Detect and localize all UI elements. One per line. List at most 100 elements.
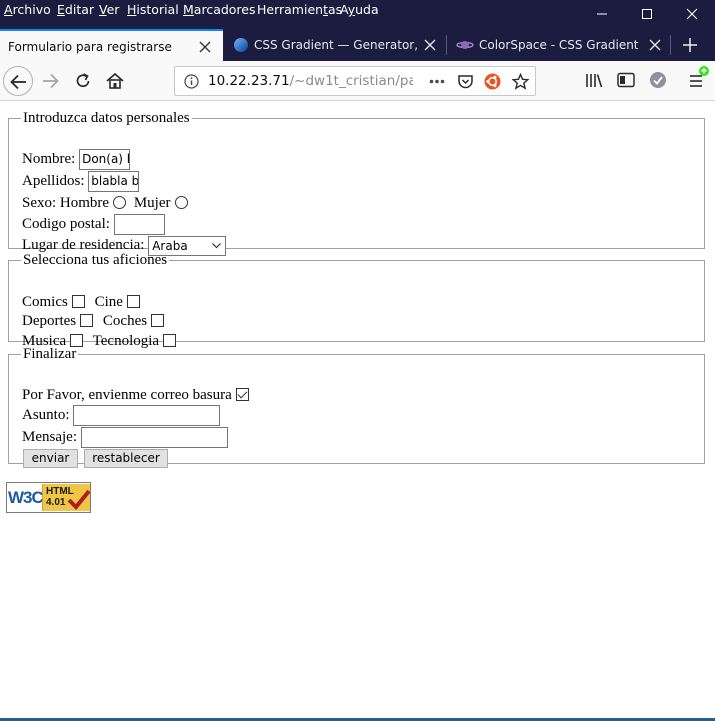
radio-hombre[interactable] [113,195,127,209]
back-arrow-icon [10,74,26,90]
fieldset-aficiones: Selecciona tus aficiones Comics Cine Dep… [8,252,705,349]
checkmark-icon [67,489,90,510]
row-nombre: Nombre: Don(a) l [22,149,131,171]
label-spam: Por Favor, envienme correo basura [22,387,232,403]
tab-close-icon[interactable] [648,38,662,52]
ubuntu-extension-icon[interactable] [484,73,501,90]
codigo-postal-input[interactable] [113,214,165,236]
url-text[interactable]: 10.22.23.71/~dw1t_cristian/pa [208,73,413,89]
row-spam: Por Favor, envienme correo basura [22,385,255,405]
info-icon[interactable] [184,74,199,89]
tab-title: CSS Gradient — Generator, Maker [254,38,420,52]
radio-mujer[interactable] [174,195,188,209]
plus-icon [683,38,697,52]
sidebar-icon[interactable] [617,72,635,88]
bookmark-star-icon[interactable] [512,73,529,90]
label-mujer: Mujer [133,195,171,211]
menu-editar[interactable]: Editar [57,2,94,17]
close-window-button[interactable] [669,0,715,29]
checkbox-cine[interactable] [126,294,140,308]
asunto-input[interactable] [73,405,221,427]
label-apellidos: Apellidos: [22,173,85,189]
label-comics: Comics [22,294,68,310]
tab-formulario[interactable]: Formulario para registrarse [0,29,223,61]
tab-colorspace[interactable]: ColorSpace - CSS Gradient Color [447,29,669,61]
menu-archivo[interactable]: Archivo [4,2,51,17]
tab-title: Formulario para registrarse [8,40,172,54]
maximize-icon [642,9,652,19]
menu-historial[interactable]: Historial [127,2,179,17]
maximize-button[interactable] [624,0,670,29]
reset-button[interactable]: restablecer [84,449,168,468]
label-hombre: Hombre [59,195,110,211]
fieldset-personal-data: Introduzca datos personales Nombre: Don(… [8,110,705,256]
forward-button[interactable] [35,66,65,96]
checkbox-coches[interactable] [151,313,165,327]
label-asunto: Asunto: [22,407,70,423]
row-asunto: Asunto: [22,405,221,427]
tab-close-icon[interactable] [198,40,212,54]
close-icon [686,8,698,20]
legend-aficiones: Selecciona tus aficiones [23,252,168,268]
checkbox-comics[interactable] [71,294,85,308]
label-mensaje: Mensaje: [22,429,77,445]
legend-finalizar: Finalizar [23,346,77,362]
label-residencia: Lugar de residencia: [22,237,145,253]
legend-personal-data: Introduzca datos personales [23,110,190,126]
tab-close-icon[interactable] [423,38,437,52]
home-button[interactable] [100,66,130,96]
mensaje-input[interactable] [80,427,228,449]
page-actions-icon[interactable] [429,79,445,84]
forward-arrow-icon [43,73,59,89]
w3c-html401-badge[interactable]: W3C HTML 4.01 [6,482,91,513]
url-bar[interactable]: 10.22.23.71/~dw1t_cristian/pa [174,66,536,96]
fieldset-finalizar: Finalizar Por Favor, envienme correo bas… [8,346,705,468]
menu-ayuda[interactable]: Ayuda [340,2,379,17]
minimize-button[interactable] [579,0,625,29]
row-sexo: Sexo: Hombre Mujer [22,193,192,213]
tab-css-gradient[interactable]: CSS Gradient — Generator, Maker [224,29,446,61]
pocket-icon[interactable] [457,73,474,90]
url-path: /~dw1t_cristian/pa [289,73,413,89]
checkbox-tecnologia[interactable] [163,333,177,347]
reload-button[interactable] [68,66,98,96]
home-icon [106,72,124,89]
menu-herramientas[interactable]: Herramientas [257,2,342,17]
checkbox-spam[interactable] [235,387,249,401]
back-button[interactable] [3,66,33,96]
library-icon[interactable] [585,72,603,89]
checkbox-deportes[interactable] [80,313,94,327]
row-aficiones-2: Deportes Coches [22,311,170,331]
checkbox-musica[interactable] [70,333,84,347]
page-content: Introduzca datos personales Nombre: Don(… [0,101,715,721]
row-codigo-postal: Codigo postal: [22,214,165,236]
submit-button[interactable]: enviar [23,449,78,468]
label-codigo-postal: Codigo postal: [22,216,110,232]
label-cine: Cine [94,294,123,310]
menu-update-icon[interactable] [687,65,711,91]
navigation-toolbar: 10.22.23.71/~dw1t_cristian/pa [0,61,715,101]
menu-marcadores[interactable]: Marcadores [183,2,256,17]
new-tab-button[interactable] [676,29,704,61]
minimize-icon [597,13,607,15]
row-aficiones-1: Comics Cine [22,292,146,312]
chevron-down-icon [212,242,222,248]
row-apellidos: Apellidos: blabla b [22,171,140,193]
menu-bar: Archivo Editar Ver Historial Marcadores … [0,0,715,29]
reload-icon [76,73,90,88]
row-mensaje: Mensaje: [22,427,228,449]
residencia-selected-value: Araba [152,238,188,253]
extension-check-icon[interactable] [649,71,667,89]
url-host: 10.22.23.71 [208,73,290,89]
label-nombre: Nombre: [22,151,76,167]
tab-strip: Formulario para registrarse CSS Gradient… [0,29,715,61]
w3c-logo-text: W3C [8,488,44,507]
label-coches: Coches [102,313,148,329]
nombre-input[interactable]: Don(a) l [79,149,131,171]
apellidos-input[interactable]: blabla b [88,171,140,193]
favicon-globe-icon [234,38,248,52]
label-deportes: Deportes [22,313,77,329]
tab-title: ColorSpace - CSS Gradient Color [479,38,643,52]
label-sexo: Sexo: [22,195,57,211]
menu-ver[interactable]: Ver [99,2,119,17]
